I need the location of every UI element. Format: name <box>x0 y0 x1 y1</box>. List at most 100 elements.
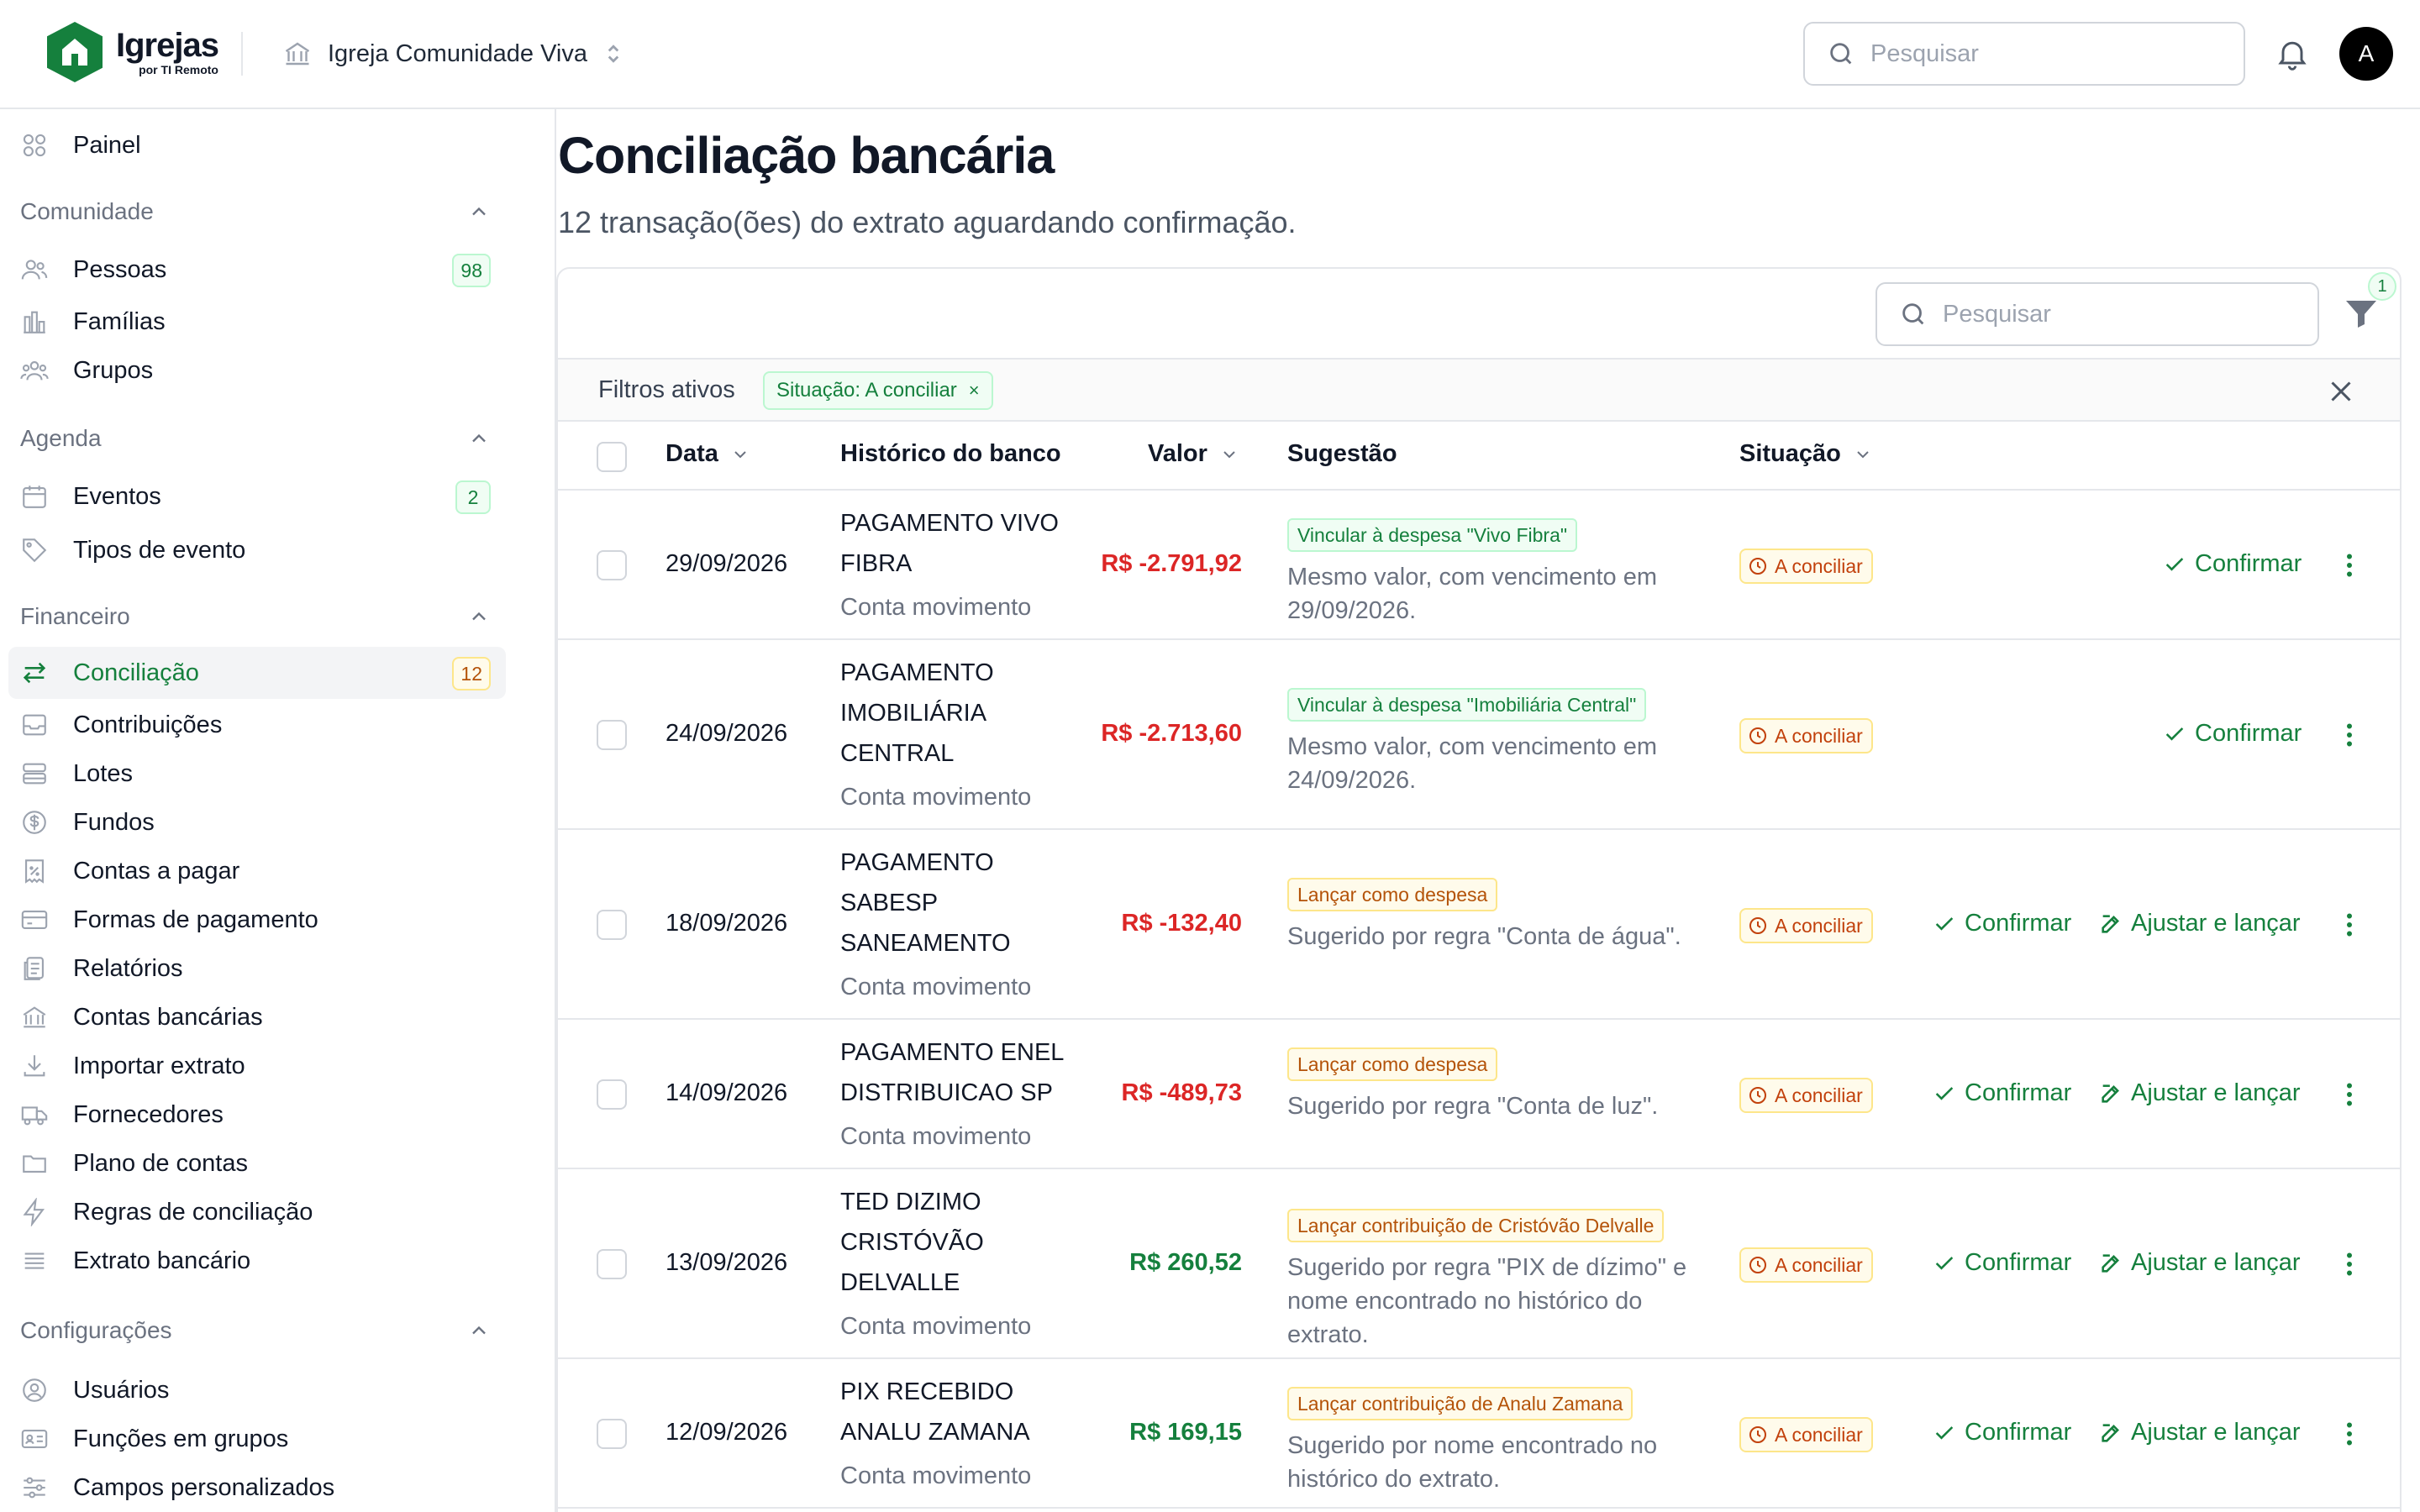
sidebar-item-formas-pagamento[interactable]: Formas de pagamento <box>8 894 506 946</box>
sidebar-item-label: Pessoas <box>73 255 167 283</box>
select-all-checkbox[interactable] <box>597 442 627 472</box>
section-financeiro[interactable]: Financeiro <box>20 598 491 635</box>
sidebar-item-conciliacao[interactable]: Conciliação 12 <box>8 647 506 699</box>
sidebar-item-usuarios[interactable]: Usuários <box>8 1364 506 1416</box>
more-options-icon[interactable] <box>2334 1249 2365 1279</box>
bank-history: PAGAMENTO ENEL DISTRIBUICAO SP Conta movi… <box>840 1032 1076 1157</box>
bell-icon[interactable] <box>2274 35 2311 72</box>
sidebar-item-campos-personalizados[interactable]: Campos personalizados <box>8 1462 506 1512</box>
history-line: DELVALLE <box>840 1269 960 1296</box>
history-line: SABESP <box>840 890 939 916</box>
row-checkbox[interactable] <box>597 550 627 580</box>
column-value[interactable]: Valor <box>1148 440 1239 468</box>
sidebar-item-relatorios[interactable]: Relatórios <box>8 942 506 995</box>
table-search[interactable] <box>1876 282 2319 346</box>
row-checkbox[interactable] <box>597 910 627 940</box>
sidebar-item-plano-contas[interactable]: Plano de contas <box>8 1137 506 1189</box>
adjust-button[interactable]: Ajustar e lançar <box>2099 1419 2301 1446</box>
sidebar-item-label: Famílias <box>73 307 166 335</box>
suggestion-note: Sugerido por nome encontrado no históric… <box>1287 1432 1658 1493</box>
adjust-button[interactable]: Ajustar e lançar <box>2099 1079 2301 1107</box>
folder-icon <box>23 1155 46 1173</box>
status-label: A conciliar <box>1775 1423 1863 1446</box>
row-checkbox[interactable] <box>597 1419 627 1449</box>
confirm-button[interactable]: Confirmar <box>1933 1419 2071 1446</box>
sidebar-item-label: Importar extrato <box>73 1052 245 1079</box>
bank-building-icon <box>285 42 310 66</box>
app-logo[interactable]: Igrejas por TI Remoto <box>47 22 219 82</box>
confirm-button[interactable]: Confirmar <box>1933 1249 2071 1277</box>
suggestion-tag[interactable]: Lançar contribuição de Cristóvão Delvall… <box>1287 1209 1665 1242</box>
adjust-label: Ajustar e lançar <box>2131 910 2301 937</box>
sidebar-item-importar-extrato[interactable]: Importar extrato <box>8 1040 506 1092</box>
suggestion-note: Sugerido por regra "Conta de luz". <box>1287 1093 1659 1120</box>
confirm-button[interactable]: Confirmar <box>1933 910 2071 937</box>
check-icon <box>1935 1425 1954 1440</box>
sidebar-item-familias[interactable]: Famílias <box>8 296 506 348</box>
row-checkbox[interactable] <box>597 1079 627 1110</box>
column-history-label: Histórico do banco <box>840 440 1061 467</box>
count-badge: 12 <box>452 657 491 690</box>
sidebar-item-extrato-bancario[interactable]: Extrato bancário <box>8 1235 506 1287</box>
table-search-input[interactable] <box>1943 300 2279 328</box>
suggestion-note: Sugerido por regra "Conta de água". <box>1287 923 1681 950</box>
sidebar-item-lotes[interactable]: Lotes <box>8 748 506 800</box>
row-checkbox[interactable] <box>597 1249 627 1279</box>
more-options-icon[interactable] <box>2334 1419 2365 1449</box>
sidebar-item-tipos-evento[interactable]: Tipos de evento <box>8 524 506 576</box>
column-status-label: Situação <box>1739 440 1841 467</box>
suggestion-note: Sugerido por regra "PIX de dízimo" e nom… <box>1287 1254 1687 1348</box>
suggestion-tag[interactable]: Vincular à despesa "Imobiliária Central" <box>1287 688 1647 722</box>
suggestion-tag[interactable]: Vincular à despesa "Vivo Fibra" <box>1287 518 1578 552</box>
sidebar-item-label: Eventos <box>73 482 161 510</box>
search-icon <box>1830 43 1852 65</box>
confirm-button[interactable]: Confirmar <box>1933 1079 2071 1107</box>
sidebar-item-regras-conciliacao[interactable]: Regras de conciliação <box>8 1186 506 1238</box>
adjust-button[interactable]: Ajustar e lançar <box>2099 910 2301 937</box>
column-status[interactable]: Situação <box>1739 440 1873 468</box>
filter-icon[interactable] <box>2341 294 2381 334</box>
section-comunidade[interactable]: Comunidade <box>20 193 491 230</box>
user-avatar[interactable]: A <box>2339 27 2393 81</box>
sidebar-item-grupos[interactable]: Grupos <box>8 344 506 396</box>
account-name: Conta movimento <box>840 1462 1032 1489</box>
more-options-icon[interactable] <box>2334 720 2365 750</box>
global-search-input[interactable] <box>1870 39 2207 68</box>
sidebar-item-painel[interactable]: Painel <box>8 119 506 171</box>
suggestion-tag[interactable]: Lançar como despesa <box>1287 1047 1498 1081</box>
suggestion-tag[interactable]: Lançar contribuição de Analu Zamana <box>1287 1387 1634 1420</box>
sidebar-item-contas-pagar[interactable]: Contas a pagar <box>8 845 506 897</box>
suggestion-tag[interactable]: Lançar como despesa <box>1287 878 1498 911</box>
confirm-button[interactable]: Confirmar <box>2163 720 2302 748</box>
clear-filters-icon[interactable] <box>2326 376 2356 407</box>
sidebar-item-contribuicoes[interactable]: Contribuições <box>8 699 506 751</box>
top-bar: Igrejas por TI Remoto Igreja Comunidade … <box>0 0 2420 109</box>
global-search[interactable] <box>1803 22 2245 86</box>
more-options-icon[interactable] <box>2334 1079 2365 1110</box>
row-checkbox[interactable] <box>597 720 627 750</box>
organization-switcher[interactable]: Igreja Comunidade Viva <box>282 35 623 72</box>
sidebar-item-fundos[interactable]: Fundos <box>8 796 506 848</box>
chevron-up-icon <box>472 1326 486 1335</box>
sidebar-item-fornecedores[interactable]: Fornecedores <box>8 1089 506 1141</box>
chevron-up-down-icon <box>608 45 619 63</box>
adjust-button[interactable]: Ajustar e lançar <box>2099 1249 2301 1277</box>
confirm-button[interactable]: Confirmar <box>2163 550 2302 578</box>
section-agenda[interactable]: Agenda <box>20 420 491 457</box>
more-options-icon[interactable] <box>2334 550 2365 580</box>
page-subtitle: 12 transação(ões) do extrato aguardando … <box>558 205 1297 239</box>
sidebar-item-contas-bancarias[interactable]: Contas bancárias <box>8 991 506 1043</box>
section-configuracoes[interactable]: Configurações <box>20 1312 491 1349</box>
sidebar-item-eventos[interactable]: Eventos 2 <box>8 470 506 522</box>
more-options-icon[interactable] <box>2334 910 2365 940</box>
account-name: Conta movimento <box>840 594 1032 621</box>
column-date[interactable]: Data <box>666 440 750 468</box>
confirm-label: Confirmar <box>2195 550 2302 577</box>
remove-filter-icon[interactable]: × <box>969 380 980 402</box>
table-row: 12/09/2026 PIX RECEBIDO ANALU ZAMANA Cont… <box>558 1359 2400 1509</box>
bank-history: PIX RECEBIDO ANALU ZAMANA Conta movimento <box>840 1372 1076 1496</box>
arrows-exchange-icon <box>23 662 46 684</box>
filter-chip-status[interactable]: Situação: A conciliar × <box>763 371 993 410</box>
sidebar-item-pessoas[interactable]: Pessoas 98 <box>8 244 506 296</box>
sidebar-item-funcoes-grupos[interactable]: Funções em grupos <box>8 1413 506 1465</box>
